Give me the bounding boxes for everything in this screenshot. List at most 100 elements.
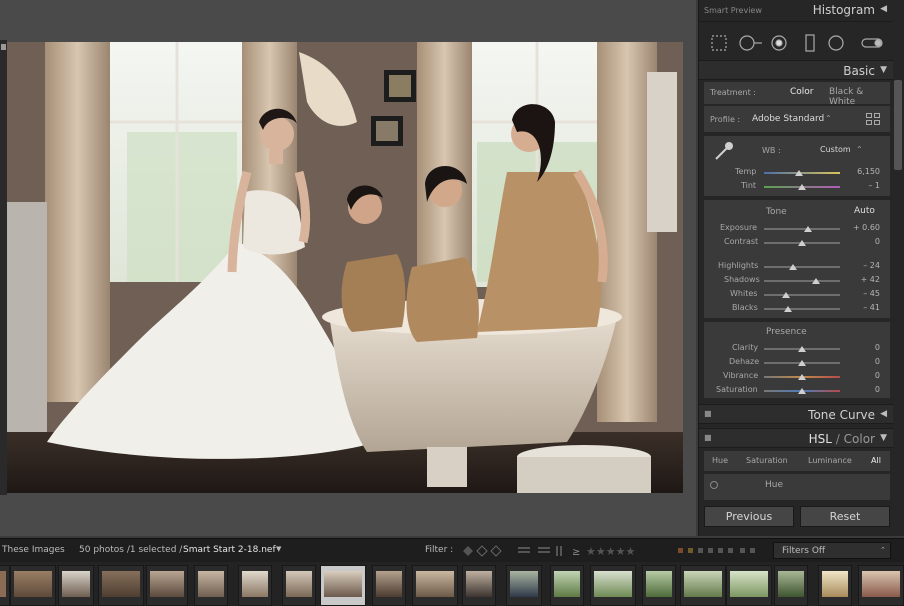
filmstrip-thumb[interactable] <box>238 565 272 606</box>
photo-canvas-area <box>0 0 696 536</box>
hsl-tab-luminance[interactable]: Luminance <box>808 456 852 465</box>
svg-text:≥: ≥ <box>572 547 580 558</box>
reset-button[interactable]: Reset <box>800 506 890 527</box>
panel-scrollbar[interactable] <box>894 80 902 170</box>
vibrance-slider-thumb[interactable] <box>798 374 806 380</box>
clarity-slider-thumb[interactable] <box>798 346 806 352</box>
wb-eyedropper-icon[interactable] <box>712 139 736 163</box>
filter-label: Filter : <box>425 545 454 555</box>
panel-switch-icon[interactable]: ■ <box>704 409 712 418</box>
hsl-tab-hue[interactable]: Hue <box>712 456 728 465</box>
blacks-value[interactable]: – 41 <box>844 303 880 312</box>
filmstrip-thumb[interactable] <box>146 565 188 606</box>
filmstrip-thumb[interactable] <box>412 565 458 606</box>
tint-slider-thumb[interactable] <box>798 184 806 190</box>
filmstrip-thumb[interactable] <box>680 565 726 606</box>
blacks-slider-thumb[interactable] <box>784 306 792 312</box>
hsl-title-color[interactable]: Color <box>844 432 875 446</box>
filmstrip-thumb[interactable] <box>98 565 144 606</box>
filmstrip-thumb[interactable] <box>506 565 542 606</box>
photo-count: 50 photos /1 selected / <box>79 545 183 555</box>
panel-toggle-icon[interactable] <box>1 44 6 50</box>
shadows-value[interactable]: + 42 <box>844 275 880 284</box>
whites-label: Whites <box>730 289 758 298</box>
filmstrip-thumb[interactable] <box>58 565 94 606</box>
shadows-slider-thumb[interactable] <box>812 278 820 284</box>
selected-filename[interactable]: Smart Start 2-18.nef <box>183 545 276 555</box>
main-photo[interactable] <box>7 42 683 493</box>
tone-curve-title: Tone Curve <box>808 408 875 422</box>
histogram-header[interactable]: Smart Preview Histogram ◀ <box>699 0 893 22</box>
filmstrip-thumb[interactable] <box>372 565 406 606</box>
filmstrip-thumb-selected[interactable] <box>320 565 366 606</box>
dehaze-slider-thumb[interactable] <box>798 360 806 366</box>
treatment-color-option[interactable]: Color <box>790 87 814 97</box>
filmstrip-thumb[interactable] <box>462 565 496 606</box>
source-label[interactable]: These Images <box>2 545 65 555</box>
hsl-title-hsl[interactable]: HSL <box>809 432 832 446</box>
temp-value[interactable]: 6,150 <box>844 167 880 176</box>
exposure-slider-track[interactable] <box>764 228 840 230</box>
blacks-slider-track[interactable] <box>764 308 840 310</box>
highlights-slider-track[interactable] <box>764 266 840 268</box>
contrast-value[interactable]: 0 <box>844 237 880 246</box>
hsl-tab-all[interactable]: All <box>871 456 881 465</box>
tone-curve-header[interactable]: ■ Tone Curve ◀ <box>699 404 893 424</box>
left-panel-collapsed[interactable] <box>0 40 7 495</box>
filmstrip-thumb[interactable] <box>590 565 636 606</box>
profile-dropdown[interactable]: Adobe Standard <box>752 114 824 124</box>
vibrance-label: Vibrance <box>723 371 759 380</box>
shadows-slider-track[interactable] <box>764 280 840 282</box>
filmstrip-thumb[interactable] <box>642 565 676 606</box>
filters-dropdown[interactable]: Filters Off ⌃ <box>773 542 891 559</box>
profile-browser-icon[interactable] <box>866 113 880 125</box>
filter-controls[interactable]: ≥ ★★★★★ <box>460 543 765 559</box>
exposure-value[interactable]: + 0.60 <box>844 223 880 232</box>
dehaze-value[interactable]: 0 <box>844 357 880 366</box>
tint-value[interactable]: – 1 <box>844 181 880 190</box>
filmstrip-thumb[interactable] <box>10 565 56 606</box>
wb-dropdown-arrow-icon[interactable]: ⌃ <box>856 145 863 154</box>
hsl-target-icon[interactable] <box>710 481 718 489</box>
hsl-expand-icon[interactable]: ▼ <box>880 433 887 443</box>
profile-dropdown-arrow-icon[interactable]: ⌃ <box>825 114 832 123</box>
tone-curve-expand-icon[interactable]: ◀ <box>880 409 887 419</box>
vibrance-value[interactable]: 0 <box>844 371 880 380</box>
filmstrip-thumb[interactable] <box>818 565 852 606</box>
basic-header[interactable]: Basic ▼ <box>699 60 893 80</box>
filename-dropdown-icon[interactable]: ▼ <box>276 545 281 553</box>
highlights-slider-thumb[interactable] <box>789 264 797 270</box>
filmstrip-thumb[interactable] <box>774 565 808 606</box>
temp-slider-thumb[interactable] <box>795 170 803 176</box>
hsl-header[interactable]: ■ HSL / Color ▼ <box>699 428 893 448</box>
filmstrip-thumb[interactable] <box>726 565 772 606</box>
filmstrip-thumb[interactable] <box>282 565 316 606</box>
hsl-tab-saturation[interactable]: Saturation <box>746 456 788 465</box>
white-balance-section: WB : Custom ⌃ Temp 6,150 Tint – 1 <box>704 136 890 196</box>
saturation-slider-thumb[interactable] <box>798 388 806 394</box>
hsl-title: HSL / Color <box>809 432 875 446</box>
filmstrip-thumb[interactable] <box>858 565 904 606</box>
collapse-left-icon[interactable]: ◀ <box>880 4 887 14</box>
whites-value[interactable]: – 45 <box>844 289 880 298</box>
clarity-value[interactable]: 0 <box>844 343 880 352</box>
exposure-slider-thumb[interactable] <box>804 226 812 232</box>
highlights-value[interactable]: – 24 <box>844 261 880 270</box>
filters-dropdown-arrow-icon[interactable]: ⌃ <box>880 546 886 554</box>
contrast-slider-thumb[interactable] <box>798 240 806 246</box>
saturation-value[interactable]: 0 <box>844 385 880 394</box>
filmstrip-thumb[interactable] <box>550 565 584 606</box>
wb-dropdown[interactable]: Custom <box>820 145 851 154</box>
whites-slider-thumb[interactable] <box>782 292 790 298</box>
tool-strip-icons <box>711 34 883 52</box>
expand-down-icon[interactable]: ▼ <box>880 65 887 75</box>
presence-section: Presence Clarity 0 Dehaze 0 Vibrance 0 S… <box>704 322 890 398</box>
wb-label: WB : <box>762 146 781 155</box>
hsl-panel-switch-icon[interactable]: ■ <box>704 433 712 442</box>
treatment-bw-option[interactable]: Black & White <box>829 87 890 107</box>
filmstrip-thumb[interactable] <box>0 565 10 606</box>
tone-auto-button[interactable]: Auto <box>854 206 875 216</box>
previous-button[interactable]: Previous <box>704 506 794 527</box>
whites-slider-track[interactable] <box>764 294 840 296</box>
filmstrip-thumb[interactable] <box>194 565 228 606</box>
